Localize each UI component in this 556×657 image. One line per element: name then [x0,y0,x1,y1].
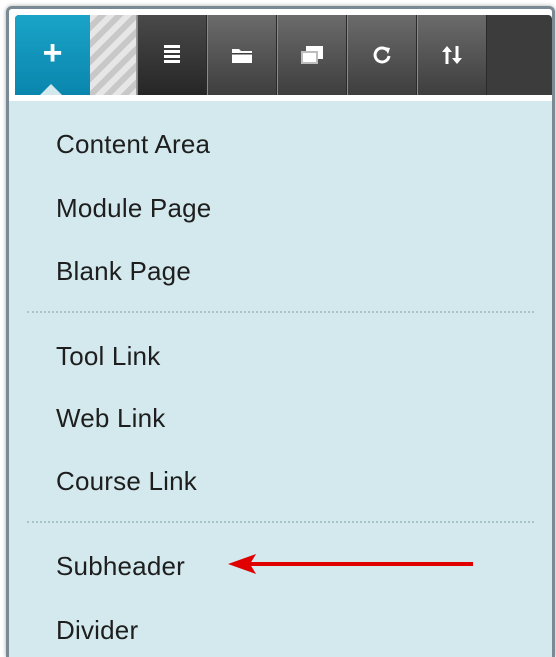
menu-item-course-link[interactable]: Course Link [56,466,197,497]
toolbar-bar: + [15,15,552,95]
red-arrow-icon [228,554,473,574]
windows-icon [301,46,323,64]
folder-icon [232,49,252,63]
open-in-window-button[interactable] [277,15,347,95]
menu-item-subheader[interactable]: Subheader [56,551,185,582]
menu-item-tool-link[interactable]: Tool Link [56,341,160,372]
sort-icon [442,46,462,64]
folder-view-button[interactable] [207,15,277,95]
menu-divider [27,521,534,523]
menu-item-module-page[interactable]: Module Page [56,193,211,224]
refresh-button[interactable] [347,15,417,95]
list-view-button[interactable] [137,15,207,95]
reorder-button[interactable] [417,15,487,95]
menu-item-web-link[interactable]: Web Link [56,403,166,434]
toolbar-separator [90,15,137,95]
menu-divider [27,311,534,313]
list-icon [164,45,180,63]
refresh-icon [373,46,391,64]
menu-pointer [39,84,63,95]
course-menu-toolbar: + [9,9,552,101]
plus-icon: + [42,34,63,72]
menu-item-divider[interactable]: Divider [56,615,138,646]
add-menu-item-button[interactable]: + [15,15,90,95]
menu-item-content-area[interactable]: Content Area [56,129,210,160]
menu-item-blank-page[interactable]: Blank Page [56,256,191,287]
